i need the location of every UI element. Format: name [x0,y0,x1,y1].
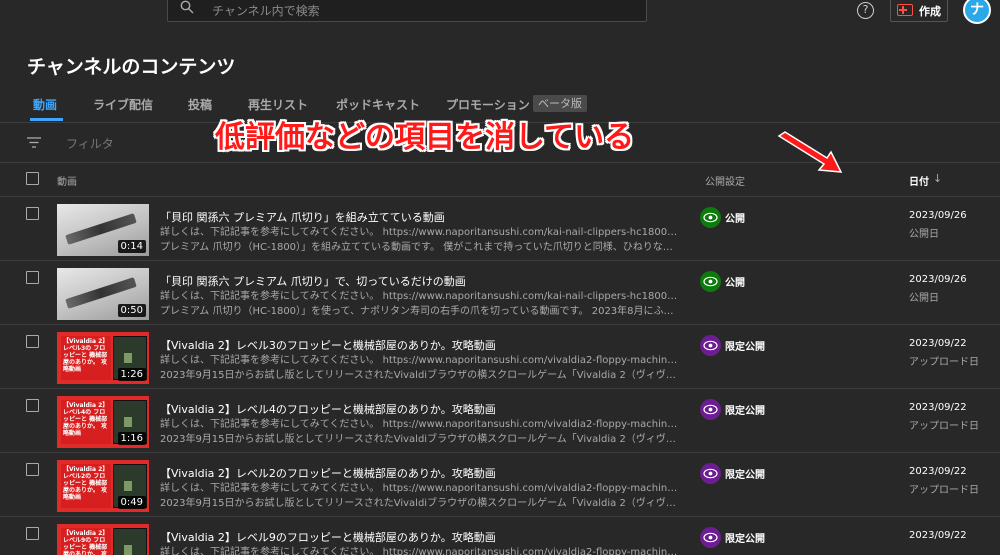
create-label: 作成 [919,5,941,18]
table-row[interactable]: 【Vivaldia 2】 レベル2の フロッピーと 機械部屋のありか。 攻略動画… [0,453,1000,517]
table-row[interactable]: 【Vivaldia 2】 レベル4の フロッピーと 機械部屋のありか。 攻略動画… [0,389,1000,453]
row-checkbox[interactable] [26,463,39,476]
visibility-eye-icon[interactable] [700,399,721,420]
visibility-label[interactable]: 限定公開 [725,466,765,481]
video-thumbnail[interactable]: 【Vivaldia 2】 レベル3の フロッピーと 機械部屋のありか。 攻略動画… [57,332,149,384]
video-description-line2: 2023年9月15日からお試し版としてリリースされたVivaldiブラウザの横ス… [160,370,680,381]
video-thumbnail[interactable]: 0:50 [57,268,149,320]
video-description-line2: プレミアム 爪切り（HC-1800）」を組み立てている動画です。 僕がこれまで持… [160,242,680,253]
page-title: チャンネルのコンテンツ [27,56,236,78]
search-icon [180,0,194,14]
visibility-label[interactable]: 限定公開 [725,402,765,417]
search-box[interactable]: チャンネル内で検索 [167,0,647,22]
visibility-eye-icon[interactable] [700,463,721,484]
row-checkbox[interactable] [26,399,39,412]
visibility-label[interactable]: 公開 [725,210,745,225]
visibility-label[interactable]: 公開 [725,274,745,289]
search-placeholder: チャンネル内で検索 [212,4,320,18]
video-date: 2023/09/26 [909,274,967,285]
video-duration: 1:16 [117,432,146,445]
video-description: 詳しくは、下記記事を参考にしてみてください。 https://www.napor… [160,419,680,430]
video-date: 2023/09/22 [909,466,967,477]
visibility-label[interactable]: 限定公開 [725,338,765,353]
table-row[interactable]: 0:50 「貝印 関孫六 プレミアム 爪切り」で、切っているだけの動画詳しくは、下… [0,261,1000,325]
select-all-checkbox[interactable] [26,172,39,185]
annotation-text: 低評価などの項目を消している [215,120,635,155]
video-description-line2: 2023年9月15日からお試し版としてリリースされたVivaldiブラウザの横ス… [160,434,680,445]
header-visibility[interactable]: 公開設定 [705,173,745,188]
table-row[interactable]: 0:14 「貝印 関孫六 プレミアム 爪切り」を組み立てている動画詳しくは、下記記… [0,197,1000,261]
row-checkbox[interactable] [26,527,39,540]
video-duration: 0:49 [117,496,146,509]
table-row[interactable]: 【Vivaldia 2】 レベル3の フロッピーと 機械部屋のありか。 攻略動画… [0,325,1000,389]
video-date-type: アップロード日 [909,421,979,432]
active-tab-indicator [30,118,63,121]
video-description: 詳しくは、下記記事を参考にしてみてください。 https://www.napor… [160,227,680,238]
video-date: 2023/09/22 [909,338,967,349]
thumbnail-text: 【Vivaldia 2】 レベル3の フロッピーと 機械部屋のありか。 攻略動画 [63,338,109,373]
video-date: 2023/09/26 [909,210,967,221]
tab-promotions[interactable]: プロモーション [446,96,530,113]
thumbnail-game-image [113,528,147,555]
video-title[interactable]: 「貝印 関孫六 プレミアム 爪切り」を組み立てている動画 [160,209,445,225]
thumbnail-text: 【Vivaldia 2】 レベル2の フロッピーと 機械部屋のありか。 攻略動画 [63,466,109,501]
header-date[interactable]: 日付 [909,173,929,188]
video-date-type: アップロード日 [909,485,979,496]
video-date: 2023/09/22 [909,402,967,413]
video-date: 2023/09/22 [909,530,967,541]
visibility-eye-icon[interactable] [700,207,721,228]
video-duration: 0:50 [117,304,146,317]
beta-badge: ベータ版 [533,95,587,112]
thumbnail-text: 【Vivaldia 2】 レベル4の フロッピーと 機械部屋のありか。 攻略動画 [63,402,109,437]
video-title[interactable]: 【Vivaldia 2】レベル2のフロッピーと機械部屋のありか。攻略動画 [160,465,496,481]
filter-input[interactable]: フィルタ [66,135,114,152]
visibility-eye-icon[interactable] [700,335,721,356]
row-checkbox[interactable] [26,207,39,220]
filter-icon[interactable] [27,137,41,148]
video-description: 詳しくは、下記記事を参考にしてみてください。 https://www.napor… [160,483,680,494]
create-button[interactable]: 作成 [890,0,948,22]
video-duration: 1:26 [117,368,146,381]
table-row[interactable]: 【Vivaldia 2】 レベル9の フロッピーと 機械部屋のありか。 攻略動画… [0,517,1000,555]
tab-posts[interactable]: 投稿 [188,96,212,113]
tab-playlists[interactable]: 再生リスト [248,96,308,113]
video-date-type: 公開日 [909,293,939,304]
video-date-type: アップロード日 [909,357,979,368]
video-thumbnail[interactable]: 【Vivaldia 2】 レベル2の フロッピーと 機械部屋のありか。 攻略動画… [57,460,149,512]
video-title[interactable]: 【Vivaldia 2】レベル3のフロッピーと機械部屋のありか。攻略動画 [160,337,496,353]
video-duration: 0:14 [117,240,146,253]
visibility-eye-icon[interactable] [700,527,721,548]
tab-videos[interactable]: 動画 [33,96,57,113]
header-video: 動画 [57,177,77,188]
video-thumbnail[interactable]: 【Vivaldia 2】 レベル9の フロッピーと 機械部屋のありか。 攻略動画 [57,524,149,555]
row-checkbox[interactable] [26,335,39,348]
thumbnail-text: 【Vivaldia 2】 レベル9の フロッピーと 機械部屋のありか。 攻略動画 [63,530,109,555]
help-icon[interactable]: ? [857,2,874,19]
video-description: 詳しくは、下記記事を参考にしてみてください。 https://www.napor… [160,547,680,555]
video-description-line2: 2023年9月15日からお試し版としてリリースされたVivaldiブラウザの横ス… [160,498,680,509]
visibility-label[interactable]: 限定公開 [725,530,765,545]
top-bar: チャンネル内で検索 ? 作成 ナ [0,0,1000,34]
video-description: 詳しくは、下記記事を参考にしてみてください。 https://www.napor… [160,355,680,366]
video-date-type: 公開日 [909,229,939,240]
video-description-line2: プレミアム 爪切り（HC-1800）」を使って、ナポリタン寿司の右手の爪を切って… [160,306,680,317]
video-thumbnail[interactable]: 0:14 [57,204,149,256]
sort-arrow-icon[interactable]: ↓ [933,172,942,185]
video-thumbnail[interactable]: 【Vivaldia 2】 レベル4の フロッピーと 機械部屋のありか。 攻略動画… [57,396,149,448]
video-title[interactable]: 「貝印 関孫六 プレミアム 爪切り」で、切っているだけの動画 [160,273,466,289]
annotation-arrow-icon [777,131,843,173]
video-description: 詳しくは、下記記事を参考にしてみてください。 https://www.napor… [160,291,680,302]
tab-podcasts[interactable]: ポッドキャスト [336,96,420,113]
video-title[interactable]: 【Vivaldia 2】レベル4のフロッピーと機械部屋のありか。攻略動画 [160,401,496,417]
create-video-icon [897,4,913,16]
avatar[interactable]: ナ [963,0,991,24]
video-title[interactable]: 【Vivaldia 2】レベル9のフロッピーと機械部屋のありか。攻略動画 [160,529,496,545]
visibility-eye-icon[interactable] [700,271,721,292]
divider [0,162,1000,163]
row-checkbox[interactable] [26,271,39,284]
tab-live[interactable]: ライブ配信 [93,96,153,113]
